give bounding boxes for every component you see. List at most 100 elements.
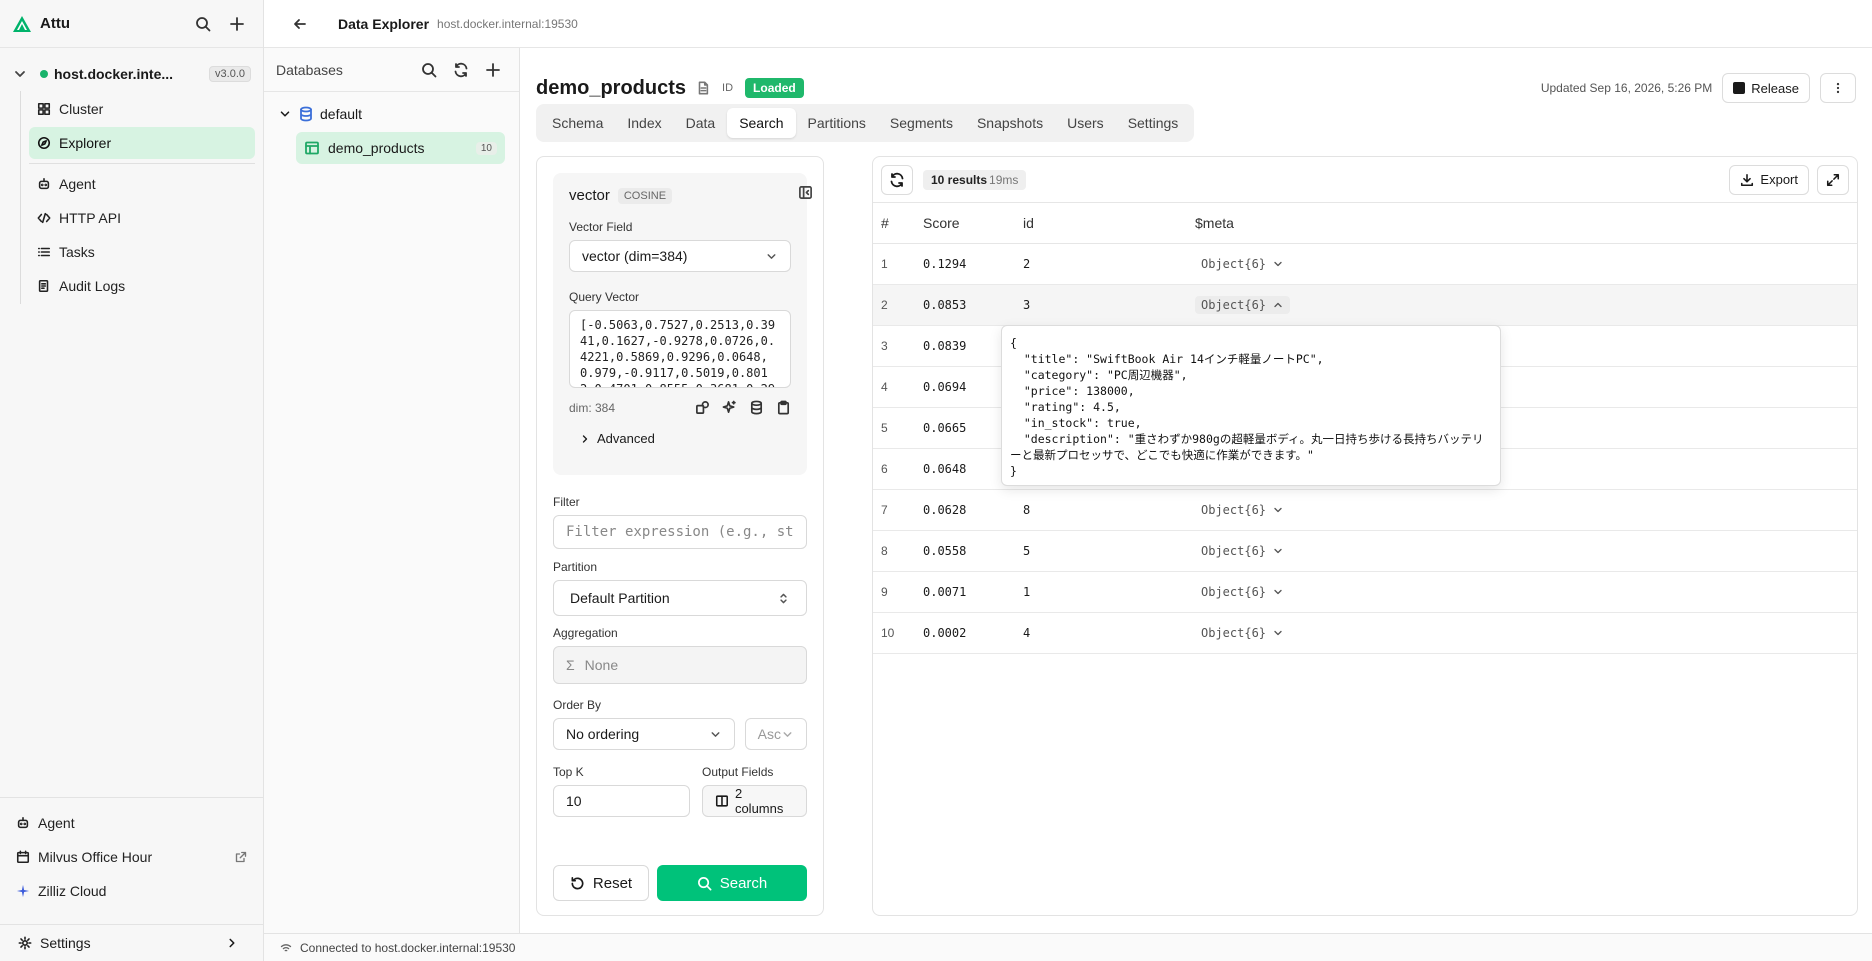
database-icon[interactable] xyxy=(749,400,764,415)
metric-badge: COSINE xyxy=(617,187,673,204)
reset-button[interactable]: Reset xyxy=(553,865,649,901)
list-icon xyxy=(37,247,51,257)
sidebar-item-label: Tasks xyxy=(59,244,95,260)
tab-settings[interactable]: Settings xyxy=(1116,108,1191,138)
tab-search[interactable]: Search xyxy=(727,108,796,138)
table-row[interactable]: 2 0.0853 3 Object{6} xyxy=(873,284,1857,326)
advanced-label: Advanced xyxy=(597,431,655,446)
tree-collection-demo-products[interactable]: demo_products 10 xyxy=(296,132,505,164)
query-vector-input[interactable]: [-0.5063,0.7527,0.2513,0.3941,0.1627,-0.… xyxy=(569,310,791,388)
vector-field-select[interactable]: vector (dim=384) xyxy=(569,240,791,272)
release-label: Release xyxy=(1751,80,1799,96)
sidebar-item-agent-bottom[interactable]: Agent xyxy=(8,807,255,839)
app-brand[interactable]: Attu xyxy=(12,15,189,33)
sidebar-item-milvus-office-hour[interactable]: Milvus Office Hour xyxy=(8,841,255,873)
order-direction-select[interactable]: Asc xyxy=(744,718,807,750)
attu-logo-icon xyxy=(12,15,32,33)
sidebar-item-http-api[interactable]: HTTP API xyxy=(29,202,255,234)
refresh-databases-button[interactable] xyxy=(447,56,475,84)
sparkles-icon[interactable] xyxy=(722,400,737,415)
id-tag[interactable]: ID xyxy=(722,82,733,94)
output-fields-value: 2 columns xyxy=(734,786,784,816)
back-button[interactable] xyxy=(286,10,314,38)
row-id: 2 xyxy=(1023,243,1195,285)
stop-icon xyxy=(1733,82,1746,94)
release-button[interactable]: Release xyxy=(1722,73,1810,103)
row-id: 3 xyxy=(1023,284,1195,326)
connection-row[interactable]: host.docker.inte... v3.0.0 xyxy=(0,56,263,92)
more-options-button[interactable] xyxy=(1820,73,1856,103)
sidebar-settings[interactable]: Settings xyxy=(0,924,263,960)
table-row[interactable]: 10 0.0002 4 Object{6} xyxy=(873,612,1857,654)
aggregation-select[interactable]: Σ None xyxy=(553,646,807,684)
topk-value: 10 xyxy=(566,793,582,809)
rerun-search-button[interactable] xyxy=(881,164,913,195)
row-index: 9 xyxy=(873,571,923,613)
column-header[interactable]: $meta xyxy=(1195,203,1857,244)
order-by-select[interactable]: No ordering xyxy=(553,718,735,750)
sidebar-item-explorer[interactable]: Explorer xyxy=(29,127,255,159)
sidebar-collapse-icon xyxy=(799,186,812,199)
gear-icon xyxy=(18,936,32,949)
search-button[interactable]: Search xyxy=(657,865,807,901)
export-button[interactable]: Export xyxy=(1729,164,1809,195)
shapes-icon[interactable] xyxy=(695,400,710,415)
collection-tabs: Schema Index Data Search Partitions Segm… xyxy=(536,104,1195,142)
table-row[interactable]: 9 0.0071 1 Object{6} xyxy=(873,571,1857,613)
partition-select[interactable]: Default Partition xyxy=(553,580,807,616)
tab-users[interactable]: Users xyxy=(1055,108,1116,138)
chevron-up-down-icon xyxy=(780,593,787,603)
search-icon xyxy=(697,876,712,890)
column-header[interactable]: # xyxy=(873,203,923,244)
sidebar-item-audit-logs[interactable]: Audit Logs xyxy=(29,270,255,302)
meta-object-toggle[interactable]: Object{6} xyxy=(1195,501,1290,519)
meta-object-toggle[interactable]: Object{6} xyxy=(1195,583,1290,601)
star-icon xyxy=(16,884,30,898)
row-index: 5 xyxy=(873,407,923,449)
sidebar-item-tasks[interactable]: Tasks xyxy=(29,236,255,268)
column-header[interactable]: Score xyxy=(923,203,1023,244)
meta-object-toggle[interactable]: Object{6} xyxy=(1195,624,1290,642)
results-time: 19ms xyxy=(989,172,1019,187)
tab-schema[interactable]: Schema xyxy=(540,108,615,138)
robot-icon xyxy=(17,816,29,829)
table-row[interactable]: 7 0.0628 8 Object{6} xyxy=(873,489,1857,531)
partition-value: Default Partition xyxy=(570,590,670,606)
column-header[interactable]: id xyxy=(1023,203,1195,244)
vector-card-title: vector COSINE xyxy=(569,187,791,204)
sidebar-item-agent[interactable]: Agent xyxy=(29,168,255,200)
tab-partitions[interactable]: Partitions xyxy=(796,108,878,138)
meta-object-toggle[interactable]: Object{6} xyxy=(1195,542,1290,560)
tree-database-default[interactable]: default xyxy=(264,98,519,130)
add-database-button[interactable] xyxy=(479,56,507,84)
row-score: 0.0071 xyxy=(923,571,1023,613)
aggregation-group: Aggregation Σ None xyxy=(553,626,807,684)
search-databases-button[interactable] xyxy=(415,56,443,84)
document-icon[interactable] xyxy=(696,81,710,95)
plus-icon xyxy=(230,16,244,31)
row-score: 0.0002 xyxy=(923,612,1023,654)
meta-object-toggle[interactable]: Object{6} xyxy=(1195,255,1290,273)
table-row[interactable]: 1 0.1294 2 Object{6} xyxy=(873,243,1857,285)
global-search-button[interactable] xyxy=(189,10,217,38)
fullscreen-button[interactable] xyxy=(1817,164,1849,195)
collapse-panel-button[interactable] xyxy=(798,185,813,200)
filter-input[interactable]: Filter expression (e.g., status == 'acti… xyxy=(553,515,807,549)
sidebar-item-zilliz-cloud[interactable]: Zilliz Cloud xyxy=(8,875,255,907)
table-row[interactable]: 8 0.0558 5 Object{6} xyxy=(873,530,1857,572)
topk-input[interactable]: 10 xyxy=(553,785,690,817)
clipboard-icon[interactable] xyxy=(776,400,791,415)
advanced-toggle[interactable]: Advanced xyxy=(579,431,791,446)
collection-name: demo_products xyxy=(328,140,425,156)
tab-index[interactable]: Index xyxy=(615,108,673,138)
search-results-panel: 10 results 19ms Export # Score id $meta 1… xyxy=(872,156,1858,916)
chevron-down-icon xyxy=(1274,630,1282,635)
tab-snapshots[interactable]: Snapshots xyxy=(965,108,1055,138)
add-connection-button[interactable] xyxy=(223,10,251,38)
dim-label: dim: 384 xyxy=(569,400,616,415)
sidebar-item-cluster[interactable]: Cluster xyxy=(29,93,255,125)
meta-object-toggle[interactable]: Object{6} xyxy=(1195,295,1291,314)
output-fields-button[interactable]: 2 columns xyxy=(702,785,807,817)
tab-data[interactable]: Data xyxy=(674,108,728,138)
tab-segments[interactable]: Segments xyxy=(878,108,965,138)
